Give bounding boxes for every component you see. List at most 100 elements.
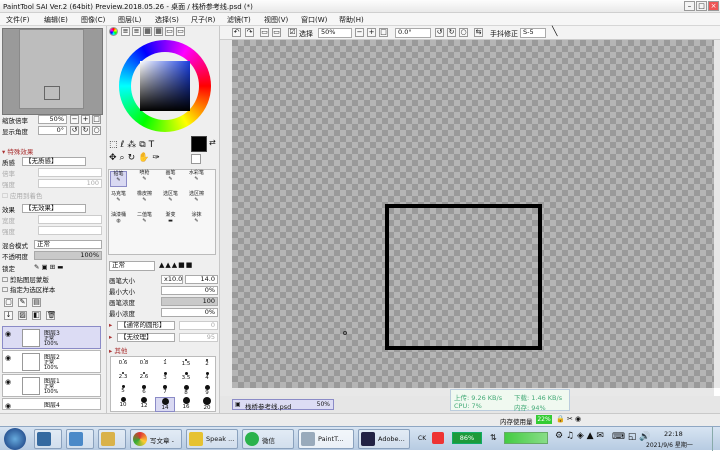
rotate-right-button[interactable]: ↻ xyxy=(81,126,90,135)
menu-select[interactable]: 选择(S) xyxy=(155,15,179,25)
brush-size-10[interactable]: 10 xyxy=(113,397,133,408)
scratchpad-icon[interactable]: ▭ xyxy=(165,27,174,36)
delete-layer-icon[interactable]: 🗑 xyxy=(46,311,56,320)
brush-size-3[interactable]: 3 xyxy=(155,372,175,381)
rotate-reset-button[interactable]: ○ xyxy=(92,126,101,135)
canvas-rotate-reset-button[interactable]: ○ xyxy=(459,28,468,37)
brush-size-2.3[interactable]: 2.3 xyxy=(113,372,133,380)
density-slider[interactable]: 100 xyxy=(161,297,218,306)
clear-icon[interactable]: ▨ xyxy=(18,311,27,320)
doc-tab[interactable]: ▣ 栈桥参考线.psd 50% xyxy=(232,399,334,411)
tool-gradient[interactable]: 渐变 ▬ xyxy=(162,212,179,229)
tray-arrow-icon[interactable]: ⇅ xyxy=(490,433,497,442)
zoom-field[interactable]: 50% xyxy=(38,115,67,124)
brush-size-8[interactable]: 8 xyxy=(176,385,196,396)
new-layer-icon[interactable]: ▢ xyxy=(4,298,13,307)
taskbar-painttool[interactable]: PaintT... xyxy=(298,429,354,449)
redo-icon[interactable]: ↷ xyxy=(245,28,254,37)
merge-down-icon[interactable]: ↓ xyxy=(4,311,13,320)
lock-icons[interactable]: ✎ ▣ ⊞ ▬ xyxy=(34,263,63,271)
invert-select-icon[interactable]: ▭ xyxy=(272,28,281,37)
swatches-icon[interactable]: ▦ xyxy=(154,27,163,36)
tool-select-pen[interactable]: 选区笔 ✎ xyxy=(162,191,179,208)
menu-help[interactable]: 帮助(H) xyxy=(339,15,364,25)
brush-size-0.8[interactable]: 0.8 xyxy=(134,359,154,366)
menu-ruler[interactable]: 尺子(R) xyxy=(191,15,215,25)
layer-item-3[interactable]: ◉ 图层3 正常 100% xyxy=(2,326,101,349)
canvas-zoom-reset-button[interactable]: □ xyxy=(379,28,388,37)
canvas-angle-select[interactable]: 0.0° xyxy=(395,28,431,38)
selection-tools[interactable]: ⬚ℓ⁂⧉T ✥⌕↻✋✑ xyxy=(109,139,187,165)
deselect-icon[interactable]: ▭ xyxy=(260,28,269,37)
brush-tip-shapes[interactable]: ▲▲▲■■ xyxy=(159,261,217,271)
taskbar-wechat[interactable]: 微信 xyxy=(242,429,294,449)
tool-bucket[interactable]: 油漆桶 ◍ xyxy=(110,212,127,229)
brush-size-1.5[interactable]: 1.5 xyxy=(176,359,196,367)
line-tool-icon[interactable]: ╲ xyxy=(552,27,557,37)
close-button[interactable]: × xyxy=(708,1,719,11)
new-linework-icon[interactable]: ✎ xyxy=(18,298,27,307)
canvas-rotate-left-button[interactable]: ↺ xyxy=(435,28,444,37)
color-wheel[interactable] xyxy=(119,40,211,132)
tool-select-eraser[interactable]: 选区擦 ✎ xyxy=(188,191,205,208)
tool-binary-pen[interactable]: 二值笔 ✎ xyxy=(136,212,153,229)
maximize-button[interactable]: □ xyxy=(696,1,707,11)
brush-size-20[interactable]: 20 xyxy=(197,397,217,411)
angle-field[interactable]: 0° xyxy=(38,126,67,135)
eye-icon[interactable]: ◉ xyxy=(5,402,11,410)
show-desktop-button[interactable] xyxy=(712,427,720,451)
foreground-color-swatch[interactable] xyxy=(191,136,207,152)
new-folder-icon[interactable]: ▤ xyxy=(32,298,41,307)
tool-smudge[interactable]: 涂抹 ✎ xyxy=(188,212,205,229)
tool-eraser[interactable]: 橡皮擦 ✎ xyxy=(136,191,153,208)
zoom-reset-button[interactable]: □ xyxy=(92,115,101,124)
brush-size-7[interactable]: 7 xyxy=(155,385,175,395)
effect-select[interactable]: 【无效果】 xyxy=(22,204,86,213)
hsv-slider-icon[interactable]: ≡ xyxy=(132,27,141,36)
brush-size-6[interactable]: 6 xyxy=(134,385,154,395)
tray-app-icons[interactable]: ⚙ ♫ ◈ ▲ ✉ xyxy=(555,431,604,441)
palette-icon[interactable]: ▦ xyxy=(143,27,152,36)
taskbar-explorer[interactable] xyxy=(66,429,94,449)
brush-size-5[interactable]: 5 xyxy=(113,385,133,394)
eye-icon[interactable]: ◉ xyxy=(5,354,11,362)
brush-size-field[interactable]: 14.0 xyxy=(185,275,218,284)
layer-item-4[interactable]: ◉ 图层4 xyxy=(2,398,101,410)
brush-texture-value[interactable]: 95 xyxy=(179,333,218,342)
section-special-effects[interactable]: ▾ 特殊效果 xyxy=(2,146,104,156)
blend-select[interactable]: 正常 xyxy=(34,240,102,249)
texture-select[interactable]: 【无质感】 xyxy=(22,157,86,166)
navigator-preview[interactable] xyxy=(2,28,103,115)
menu-file[interactable]: 文件(F) xyxy=(6,15,30,25)
brush-size-2[interactable]: 2 xyxy=(197,359,217,367)
taskbar-desktop[interactable] xyxy=(34,429,62,449)
brush-size-2.6[interactable]: 2.6 xyxy=(134,372,154,380)
taskbar-adobe[interactable]: Adobe... xyxy=(358,429,410,449)
brush-size-4[interactable]: 4 xyxy=(197,372,217,381)
menu-view[interactable]: 视图(V) xyxy=(264,15,288,25)
min-density-slider[interactable]: 0% xyxy=(161,308,218,317)
menu-layer[interactable]: 图层(L) xyxy=(118,15,141,25)
zoom-out-button[interactable]: − xyxy=(70,115,79,124)
show-select-icon[interactable]: ☑ xyxy=(288,28,297,37)
brush-size-1[interactable]: 1 xyxy=(155,359,175,366)
rotate-left-button[interactable]: ↺ xyxy=(70,126,79,135)
eye-icon[interactable]: ◉ xyxy=(5,330,11,338)
undo-icon[interactable]: ↶ xyxy=(232,28,241,37)
brush-size-12[interactable]: 12 xyxy=(134,397,154,409)
menu-window[interactable]: 窗口(W) xyxy=(301,15,327,25)
minimize-button[interactable]: – xyxy=(684,1,695,11)
brush-texture-select[interactable]: 【无纹理】 xyxy=(117,333,175,342)
mixer-icon[interactable]: ▭ xyxy=(176,27,185,36)
menu-image[interactable]: 图像(C) xyxy=(81,15,105,25)
size-multiplier-select[interactable]: x10.0 xyxy=(161,275,183,284)
strength-field[interactable]: 100 xyxy=(38,179,102,188)
brush-shape-select[interactable]: 【通常的圆形】 xyxy=(117,321,175,330)
selection-sample-row[interactable]: ☐ 指定为选区样本 xyxy=(2,284,104,294)
menu-filter[interactable]: 滤镜(T) xyxy=(227,15,251,25)
taskbar-folder[interactable] xyxy=(98,429,126,449)
start-button[interactable] xyxy=(4,428,26,450)
width-field[interactable] xyxy=(38,215,102,224)
brush-size-14[interactable]: 14 xyxy=(155,397,175,412)
brush-size-16[interactable]: 16 xyxy=(176,397,196,410)
